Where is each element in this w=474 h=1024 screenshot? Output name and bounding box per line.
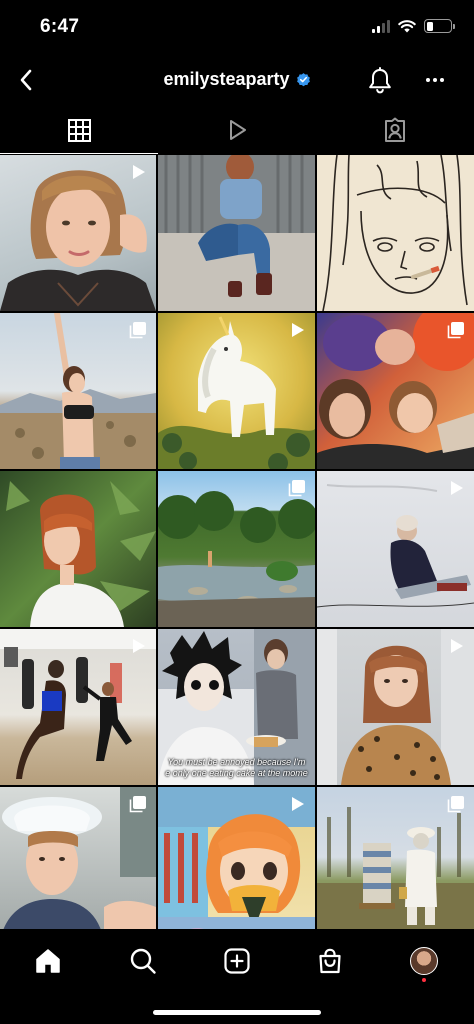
reel-badge-icon — [133, 639, 145, 653]
post-thumbnail[interactable] — [0, 313, 156, 469]
subtitle-line-2: e only one eating cake at the mome — [165, 768, 308, 778]
post-thumbnail[interactable] — [317, 471, 474, 627]
post-image — [6, 481, 156, 627]
home-icon — [36, 949, 60, 973]
post-thumbnail[interactable] — [317, 629, 474, 785]
tab-posts-grid[interactable] — [0, 106, 158, 154]
carousel-badge-icon — [288, 480, 305, 497]
post-thumbnail[interactable] — [158, 787, 315, 943]
carousel-badge-icon — [447, 796, 464, 813]
post-thumbnail[interactable] — [317, 787, 474, 943]
post-thumbnail[interactable] — [317, 155, 474, 311]
carousel-badge-icon — [447, 322, 464, 339]
reel-badge-icon — [133, 165, 145, 179]
nav-search[interactable] — [125, 943, 161, 979]
verified-badge-icon — [296, 73, 310, 87]
post-thumbnail[interactable] — [0, 155, 156, 311]
more-options-button[interactable] — [420, 64, 450, 96]
reels-play-icon — [230, 120, 246, 140]
nav-shop[interactable] — [312, 943, 348, 979]
post-thumbnail[interactable] — [0, 471, 156, 627]
battery-icon — [424, 19, 455, 33]
notifications-bell-button[interactable] — [364, 64, 396, 98]
shopping-bag-icon — [319, 948, 341, 974]
nav-profile[interactable] — [406, 943, 442, 982]
nav-create[interactable] — [219, 943, 255, 979]
reel-badge-icon — [451, 639, 463, 653]
reel-badge-icon — [451, 481, 463, 495]
post-image — [322, 155, 468, 311]
reel-badge-icon — [292, 797, 304, 811]
post-thumbnail[interactable] — [158, 313, 315, 469]
status-bar: 6:47 — [0, 0, 474, 56]
post-thumbnail[interactable] — [317, 313, 474, 469]
tab-reels[interactable] — [158, 106, 316, 154]
profile-tabs — [0, 106, 474, 154]
plus-square-icon — [224, 948, 250, 974]
status-icons — [372, 19, 455, 33]
tab-tagged[interactable] — [316, 106, 474, 154]
bottom-nav — [0, 929, 474, 1024]
carousel-badge-icon — [129, 322, 146, 339]
more-horizontal-icon — [426, 78, 444, 82]
post-thumbnail[interactable] — [0, 787, 156, 943]
post-thumbnail[interactable]: You must be annoyed because I'm e only o… — [158, 629, 315, 785]
post-image — [158, 155, 315, 311]
wifi-icon — [398, 20, 416, 33]
battery-level — [426, 21, 433, 31]
post-thumbnail[interactable] — [158, 155, 315, 311]
home-indicator — [153, 1010, 321, 1015]
subtitle-caption: You must be annoyed because I'm e only o… — [158, 757, 315, 779]
nav-home[interactable] — [30, 943, 66, 979]
page-title: emilysteaparty — [0, 69, 474, 90]
avatar — [410, 947, 438, 975]
profile-username: emilysteaparty — [163, 69, 290, 89]
profile-header: emilysteaparty — [0, 56, 474, 106]
bell-icon — [369, 67, 391, 94]
signal-icon — [372, 19, 390, 33]
notification-dot — [422, 978, 426, 982]
post-thumbnail[interactable] — [158, 471, 315, 627]
status-time: 6:47 — [40, 16, 80, 37]
carousel-badge-icon — [129, 796, 146, 813]
search-icon — [130, 948, 156, 974]
posts-grid: You must be annoyed because I'm e only o… — [0, 155, 474, 943]
subtitle-line-1: You must be annoyed because I'm — [167, 757, 306, 767]
reel-badge-icon — [292, 323, 304, 337]
post-thumbnail[interactable] — [0, 629, 156, 785]
tagged-person-icon — [385, 117, 405, 142]
grid-icon — [67, 118, 91, 142]
